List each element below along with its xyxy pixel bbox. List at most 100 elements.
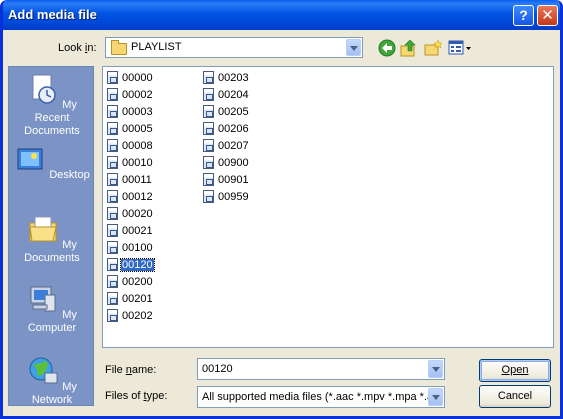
my-documents-icon (29, 216, 57, 242)
list-item[interactable]: 00008 (107, 138, 154, 154)
media-file-icon (107, 207, 118, 220)
list-item[interactable]: 00206 (203, 121, 250, 137)
file-name-text: 00901 (218, 174, 249, 186)
list-item[interactable]: 00003 (107, 104, 154, 120)
list-item[interactable]: 00010 (107, 155, 154, 171)
list-item[interactable]: 00012 (107, 189, 154, 205)
media-file-icon (203, 88, 214, 101)
file-name-combo[interactable]: 00120 (197, 358, 445, 380)
chevron-down-icon[interactable] (346, 39, 361, 56)
my-computer-icon (30, 286, 56, 312)
media-file-icon (203, 122, 214, 135)
chevron-down-icon[interactable] (428, 360, 443, 378)
chevron-down-icon[interactable] (428, 388, 443, 406)
list-item[interactable]: 00203 (203, 70, 250, 86)
place-label: Desktop (49, 169, 90, 181)
place-my-computer[interactable]: My Computer (9, 283, 95, 335)
media-file-icon (107, 190, 118, 203)
file-name-text: 00204 (218, 89, 249, 101)
file-name-text: 00005 (122, 123, 153, 135)
back-icon[interactable] (377, 38, 397, 58)
list-item[interactable]: 00011 (107, 172, 153, 188)
media-file-icon (203, 156, 214, 169)
file-name-text: 00010 (122, 157, 153, 169)
look-in-combo[interactable]: PLAYLIST (105, 37, 363, 58)
list-item[interactable]: 00005 (107, 121, 154, 137)
file-name-value: 00120 (202, 363, 233, 375)
recent-documents-icon (32, 74, 56, 104)
file-list[interactable]: 00000 00002 00003 00005 00008 00010 00011 00012… (102, 66, 554, 348)
places-bar: My Recent Documents Desktop My Documents… (8, 66, 94, 406)
list-item[interactable]: 00120 (107, 257, 155, 273)
media-file-icon (107, 241, 118, 254)
my-network-icon (29, 357, 58, 384)
place-desktop[interactable]: Desktop (9, 143, 95, 182)
file-name-text: 00201 (122, 293, 153, 305)
list-item[interactable]: 00000 (107, 70, 154, 86)
media-file-icon (107, 71, 118, 84)
list-item[interactable]: 00204 (203, 87, 250, 103)
list-item[interactable]: 00002 (107, 87, 154, 103)
file-name-text: 00900 (218, 157, 249, 169)
media-file-icon (203, 173, 214, 186)
desktop-icon (17, 148, 43, 170)
look-in-label: Look in: (58, 42, 97, 54)
media-file-icon (107, 173, 118, 186)
file-name-text: 00011 (122, 174, 152, 186)
open-button-label: Open (501, 364, 529, 376)
list-item[interactable]: 00202 (107, 308, 154, 324)
media-file-icon (107, 258, 118, 271)
file-name-text: 00205 (218, 106, 249, 118)
place-my-documents[interactable]: My Documents (9, 213, 95, 265)
list-item[interactable]: 00207 (203, 138, 250, 154)
place-my-network[interactable]: My Network (9, 355, 95, 407)
up-folder-icon[interactable] (399, 38, 419, 58)
list-item[interactable]: 00901 (203, 172, 250, 188)
media-file-icon (203, 190, 214, 203)
file-name-text: 00207 (218, 140, 249, 152)
file-name-text: 00959 (218, 191, 249, 203)
open-button[interactable]: Open (479, 359, 551, 382)
media-file-icon (107, 224, 118, 237)
list-item[interactable]: 00021 (107, 223, 154, 239)
media-file-icon (107, 105, 118, 118)
file-name-text: 00100 (122, 242, 153, 254)
file-name-text: 00008 (122, 140, 153, 152)
list-item[interactable]: 00100 (107, 240, 154, 256)
media-file-icon (203, 105, 214, 118)
file-name-text: 00200 (122, 276, 153, 288)
list-item[interactable]: 00205 (203, 104, 250, 120)
file-name-text: 00002 (122, 89, 153, 101)
title-bar[interactable]: Add media file ? ✕ (3, 0, 560, 30)
media-file-icon (107, 88, 118, 101)
close-button[interactable]: ✕ (537, 5, 558, 26)
dialog-title: Add media file (8, 7, 97, 22)
new-folder-icon[interactable] (423, 38, 443, 58)
list-item[interactable]: 00900 (203, 155, 250, 171)
cancel-button[interactable]: Cancel (479, 385, 551, 408)
file-name-text: 00120 (120, 258, 155, 272)
list-item[interactable]: 00959 (203, 189, 250, 205)
view-menu-icon[interactable] (447, 38, 473, 58)
list-item[interactable]: 00020 (107, 206, 154, 222)
file-name-text: 00000 (122, 72, 153, 84)
help-button[interactable]: ? (513, 5, 534, 26)
file-name-text: 00203 (218, 72, 249, 84)
file-name-text: 00021 (122, 225, 153, 237)
look-in-value: PLAYLIST (131, 41, 182, 53)
file-type-label: Files of type: (105, 390, 168, 402)
list-item[interactable]: 00200 (107, 274, 154, 290)
media-file-icon (107, 309, 118, 322)
file-name-text: 00003 (122, 106, 153, 118)
media-file-icon (107, 139, 118, 152)
file-name-text: 00206 (218, 123, 249, 135)
media-file-icon (203, 71, 214, 84)
list-item[interactable]: 00201 (107, 291, 154, 307)
file-type-combo[interactable]: All supported media files (*.aac *.mpv *… (197, 386, 445, 408)
folder-icon (111, 40, 127, 55)
file-name-text: 00202 (122, 310, 153, 322)
file-name-text: 00012 (122, 191, 153, 203)
media-file-icon (107, 156, 118, 169)
media-file-icon (107, 275, 118, 288)
place-recent-documents[interactable]: My Recent Documents (9, 73, 95, 138)
